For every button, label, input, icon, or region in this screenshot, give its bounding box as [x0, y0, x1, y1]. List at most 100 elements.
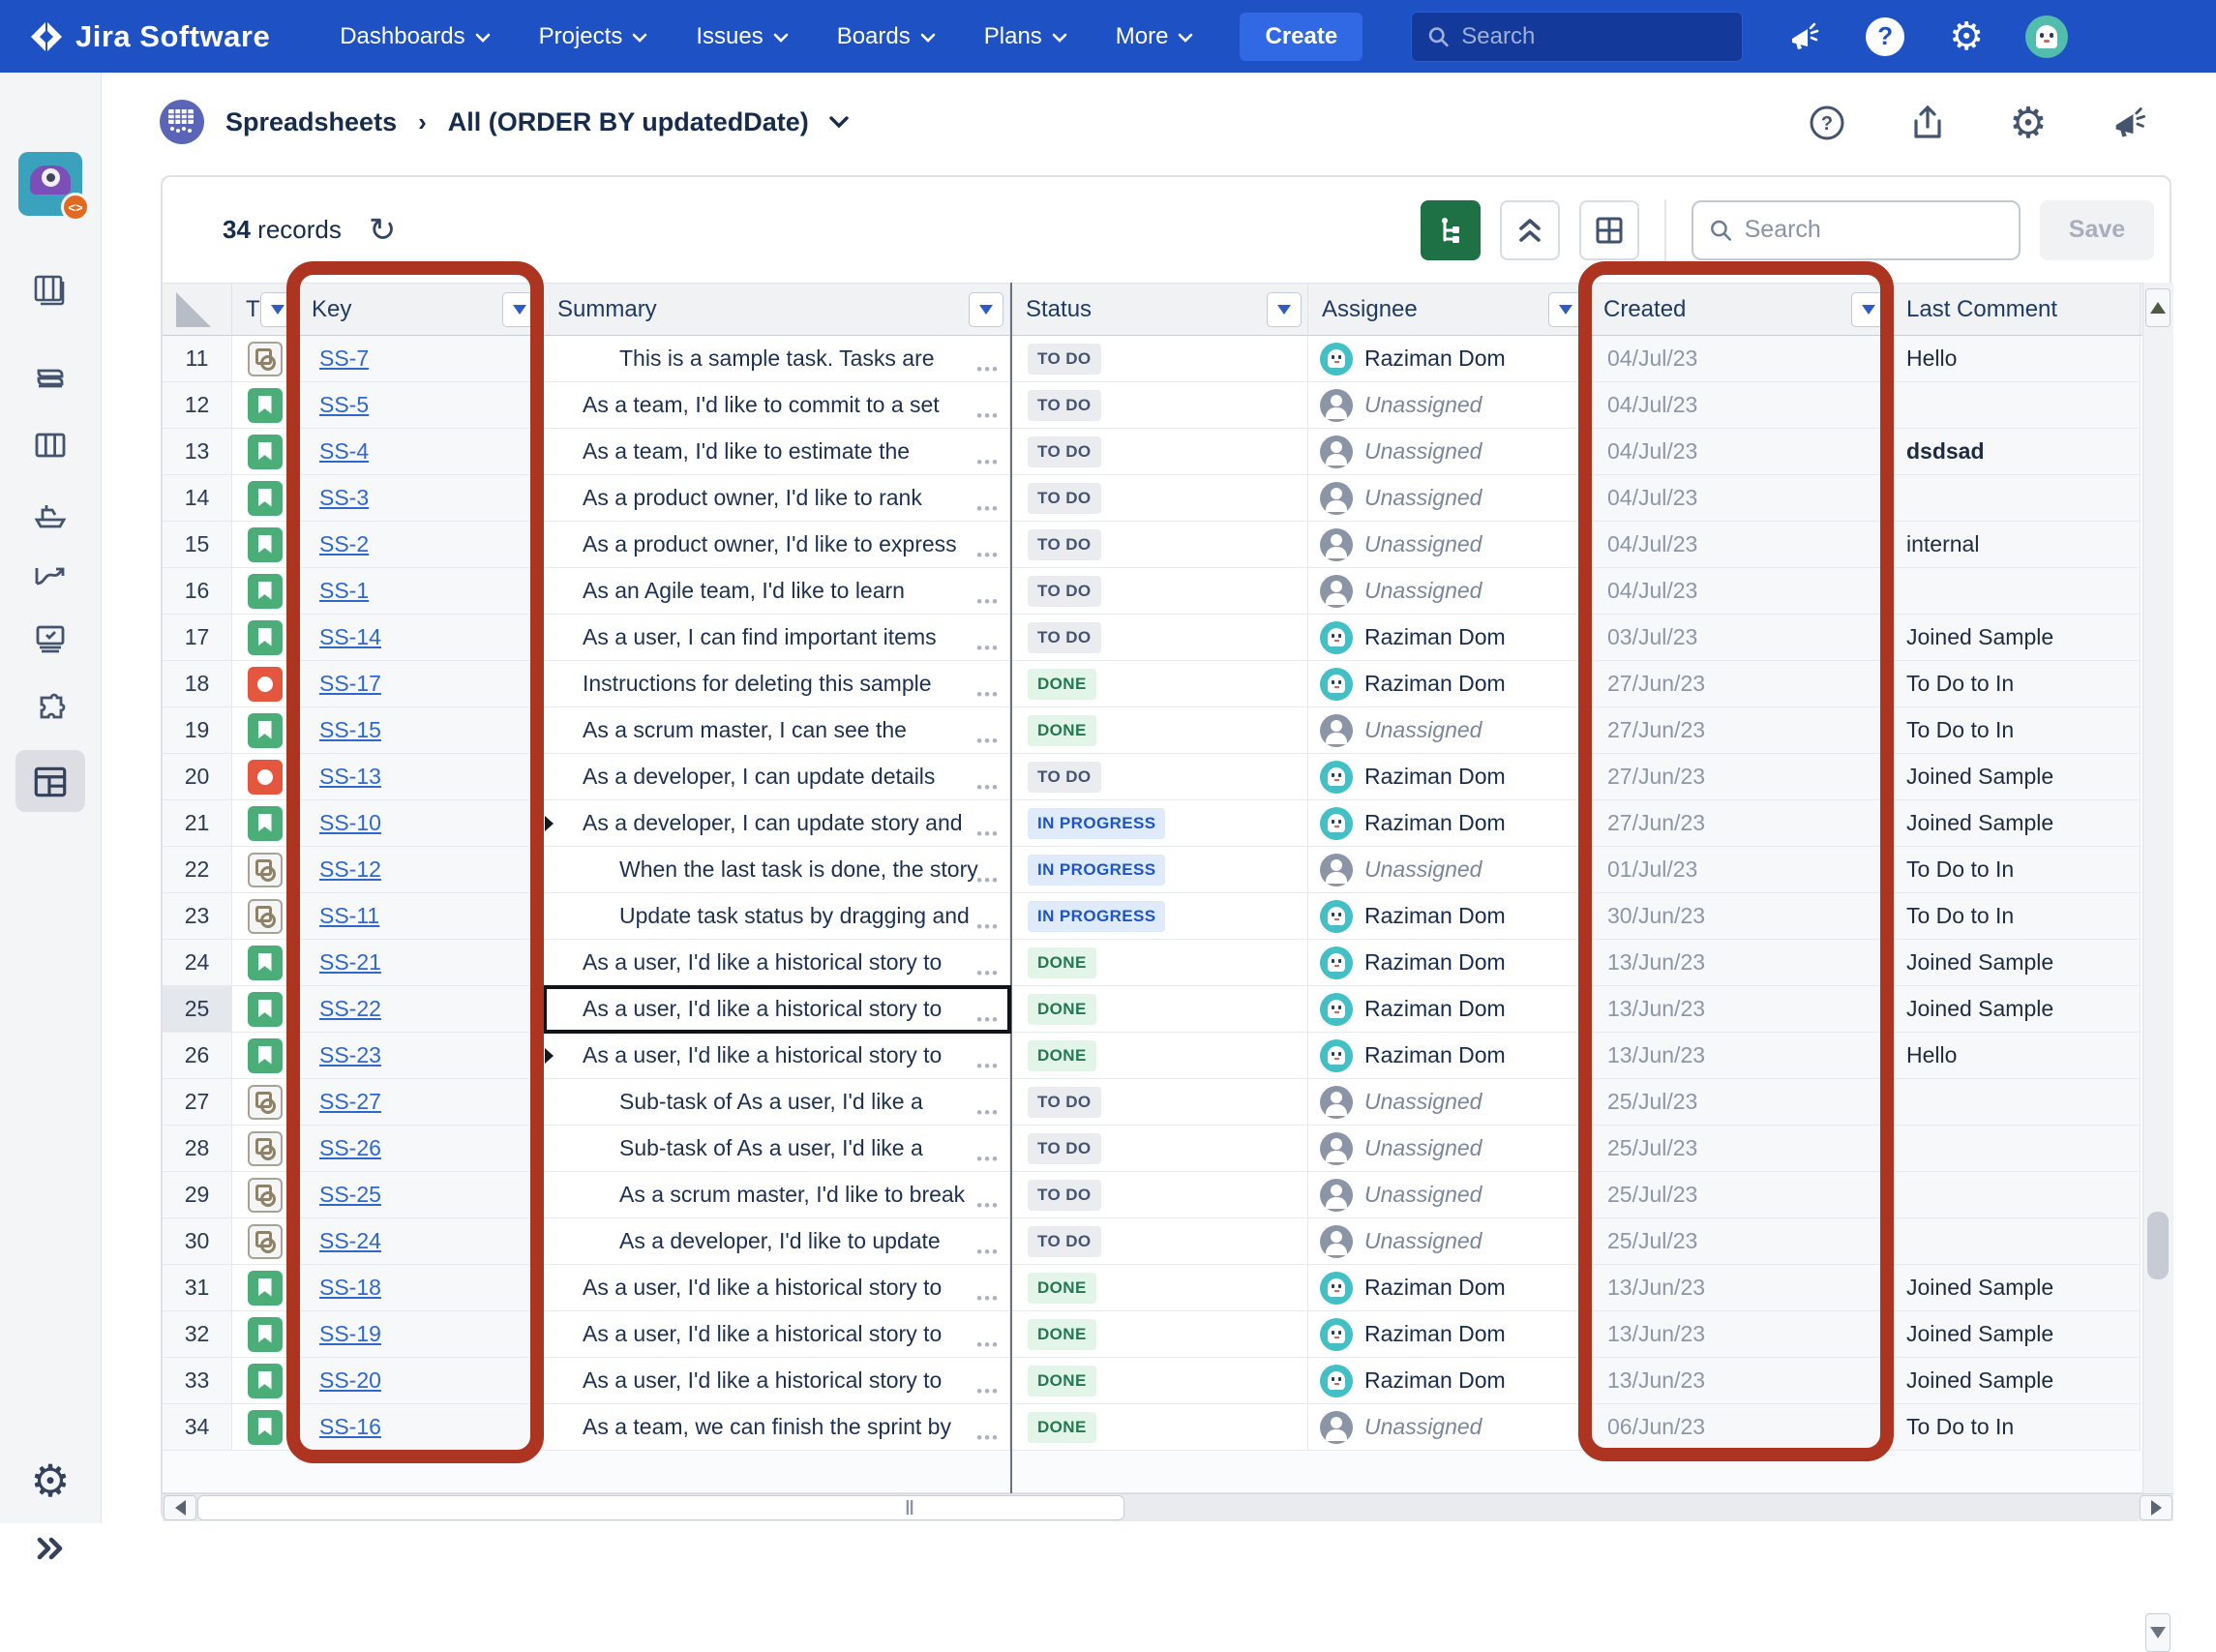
- issue-key-link[interactable]: SS-13: [319, 764, 381, 790]
- issue-key-link[interactable]: SS-14: [319, 624, 381, 650]
- status-cell[interactable]: TO DO: [1010, 1126, 1308, 1172]
- summary-cell[interactable]: As an Agile team, I'd like to learn•••: [544, 568, 1010, 615]
- key-cell[interactable]: SS-3: [298, 475, 544, 522]
- summary-cell[interactable]: As a user, I'd like a historical story t…: [544, 1311, 1010, 1358]
- assignee-cell[interactable]: Raziman Dom: [1308, 615, 1590, 661]
- status-cell[interactable]: TO DO: [1010, 429, 1308, 475]
- issue-key-link[interactable]: SS-17: [319, 671, 381, 697]
- last-comment-cell[interactable]: To Do to In: [1893, 707, 2141, 754]
- created-cell[interactable]: 01/Jul/23: [1590, 847, 1893, 893]
- assignee-cell[interactable]: Unassigned: [1308, 522, 1590, 568]
- summary-cell[interactable]: As a team, I'd like to commit to a set••…: [544, 382, 1010, 429]
- created-cell[interactable]: 04/Jul/23: [1590, 382, 1893, 429]
- assignee-cell[interactable]: Unassigned: [1308, 382, 1590, 429]
- last-comment-cell[interactable]: [1893, 475, 2141, 522]
- assignee-cell[interactable]: Raziman Dom: [1308, 800, 1590, 847]
- issue-key-link[interactable]: SS-18: [319, 1275, 381, 1301]
- expand-dots-icon[interactable]: •••: [976, 454, 1000, 470]
- last-comment-cell[interactable]: Joined Sample: [1893, 615, 2141, 661]
- last-comment-cell[interactable]: Joined Sample: [1893, 986, 2141, 1033]
- assignee-cell[interactable]: Unassigned: [1308, 707, 1590, 754]
- row-number-cell[interactable]: 23: [163, 893, 232, 940]
- help-icon[interactable]: ?: [1806, 102, 1848, 144]
- row-number-cell[interactable]: 26: [163, 1033, 232, 1079]
- summary-cell[interactable]: As a developer, I can update story and••…: [544, 800, 1010, 847]
- last-comment-cell[interactable]: [1893, 1172, 2141, 1218]
- created-cell[interactable]: 13/Jun/23: [1590, 1265, 1893, 1311]
- created-cell[interactable]: 04/Jul/23: [1590, 522, 1893, 568]
- refresh-icon[interactable]: ↻: [369, 214, 397, 247]
- horizontal-scrollbar[interactable]: ‖: [163, 1493, 2173, 1521]
- type-cell[interactable]: [232, 707, 298, 754]
- key-cell[interactable]: SS-13: [298, 754, 544, 800]
- key-cell[interactable]: SS-1: [298, 568, 544, 615]
- last-comment-cell[interactable]: [1893, 1218, 2141, 1265]
- created-cell[interactable]: 25/Jul/23: [1590, 1079, 1893, 1126]
- row-number-cell[interactable]: 11: [163, 336, 232, 382]
- type-cell[interactable]: [232, 661, 298, 707]
- summary-cell[interactable]: Update task status by dragging and•••: [544, 893, 1010, 940]
- status-cell[interactable]: TO DO: [1010, 382, 1308, 429]
- issue-key-link[interactable]: SS-22: [319, 996, 381, 1022]
- key-cell[interactable]: SS-7: [298, 336, 544, 382]
- expand-dots-icon[interactable]: •••: [976, 640, 1000, 656]
- vertical-scroll-thumb[interactable]: [2147, 1212, 2169, 1279]
- key-cell[interactable]: SS-11: [298, 893, 544, 940]
- issue-key-link[interactable]: SS-20: [319, 1367, 381, 1394]
- type-cell[interactable]: [232, 754, 298, 800]
- summary-cell[interactable]: Sub-task of As a user, I'd like a•••: [544, 1126, 1010, 1172]
- created-cell[interactable]: 13/Jun/23: [1590, 1033, 1893, 1079]
- summary-cell[interactable]: As a user, I'd like a historical story t…: [544, 1358, 1010, 1404]
- expand-dots-icon[interactable]: •••: [976, 965, 1000, 981]
- summary-cell[interactable]: As a user, I'd like a historical story t…: [544, 1265, 1010, 1311]
- issue-key-link[interactable]: SS-26: [319, 1135, 381, 1161]
- status-cell[interactable]: DONE: [1010, 1265, 1308, 1311]
- type-cell[interactable]: [232, 1358, 298, 1404]
- row-number-cell[interactable]: 12: [163, 382, 232, 429]
- status-cell[interactable]: DONE: [1010, 707, 1308, 754]
- issue-key-link[interactable]: SS-25: [319, 1182, 381, 1208]
- key-cell[interactable]: SS-2: [298, 522, 544, 568]
- created-cell[interactable]: 27/Jun/23: [1590, 707, 1893, 754]
- row-number-cell[interactable]: 15: [163, 522, 232, 568]
- key-cell[interactable]: SS-4: [298, 429, 544, 475]
- summary-cell[interactable]: This is a sample task. Tasks are•••: [544, 336, 1010, 382]
- key-cell[interactable]: SS-20: [298, 1358, 544, 1404]
- type-cell[interactable]: [232, 336, 298, 382]
- gear-icon[interactable]: ⚙: [1944, 15, 1989, 59]
- created-cell[interactable]: 13/Jun/23: [1590, 986, 1893, 1033]
- issue-key-link[interactable]: SS-27: [319, 1089, 381, 1115]
- expand-dots-icon[interactable]: •••: [976, 1104, 1000, 1121]
- megaphone-icon[interactable]: [2108, 102, 2150, 144]
- gear-icon[interactable]: ⚙: [2007, 102, 2050, 144]
- grid-view-button[interactable]: [1579, 200, 1639, 260]
- breadcrumb-project[interactable]: Spreadsheets: [225, 107, 397, 137]
- assignee-filter-dropdown[interactable]: [1548, 292, 1583, 327]
- row-number-cell[interactable]: 21: [163, 800, 232, 847]
- row-number-cell[interactable]: 13: [163, 429, 232, 475]
- created-cell[interactable]: 25/Jul/23: [1590, 1218, 1893, 1265]
- type-cell[interactable]: [232, 615, 298, 661]
- key-filter-dropdown[interactable]: [502, 292, 537, 327]
- row-number-cell[interactable]: 33: [163, 1358, 232, 1404]
- row-number-cell[interactable]: 19: [163, 707, 232, 754]
- collapse-all-button[interactable]: [1500, 200, 1560, 260]
- summary-cell[interactable]: As a team, I'd like to estimate the•••: [544, 429, 1010, 475]
- type-filter-dropdown[interactable]: [260, 292, 295, 327]
- type-cell[interactable]: [232, 1172, 298, 1218]
- status-cell[interactable]: TO DO: [1010, 754, 1308, 800]
- row-number-cell[interactable]: 32: [163, 1311, 232, 1358]
- row-number-cell[interactable]: 22: [163, 847, 232, 893]
- created-cell[interactable]: 27/Jun/23: [1590, 754, 1893, 800]
- expand-dots-icon[interactable]: •••: [976, 1337, 1000, 1353]
- last-comment-cell[interactable]: To Do to In: [1893, 1404, 2141, 1451]
- created-cell[interactable]: 03/Jul/23: [1590, 615, 1893, 661]
- assignee-cell[interactable]: Unassigned: [1308, 1079, 1590, 1126]
- status-cell[interactable]: DONE: [1010, 661, 1308, 707]
- key-cell[interactable]: SS-10: [298, 800, 544, 847]
- key-cell[interactable]: SS-27: [298, 1079, 544, 1126]
- column-header-status[interactable]: Status: [1010, 284, 1308, 336]
- summary-cell[interactable]: As a developer, I'd like to update•••: [544, 1218, 1010, 1265]
- last-comment-cell[interactable]: internal: [1893, 522, 2141, 568]
- last-comment-cell[interactable]: Joined Sample: [1893, 1311, 2141, 1358]
